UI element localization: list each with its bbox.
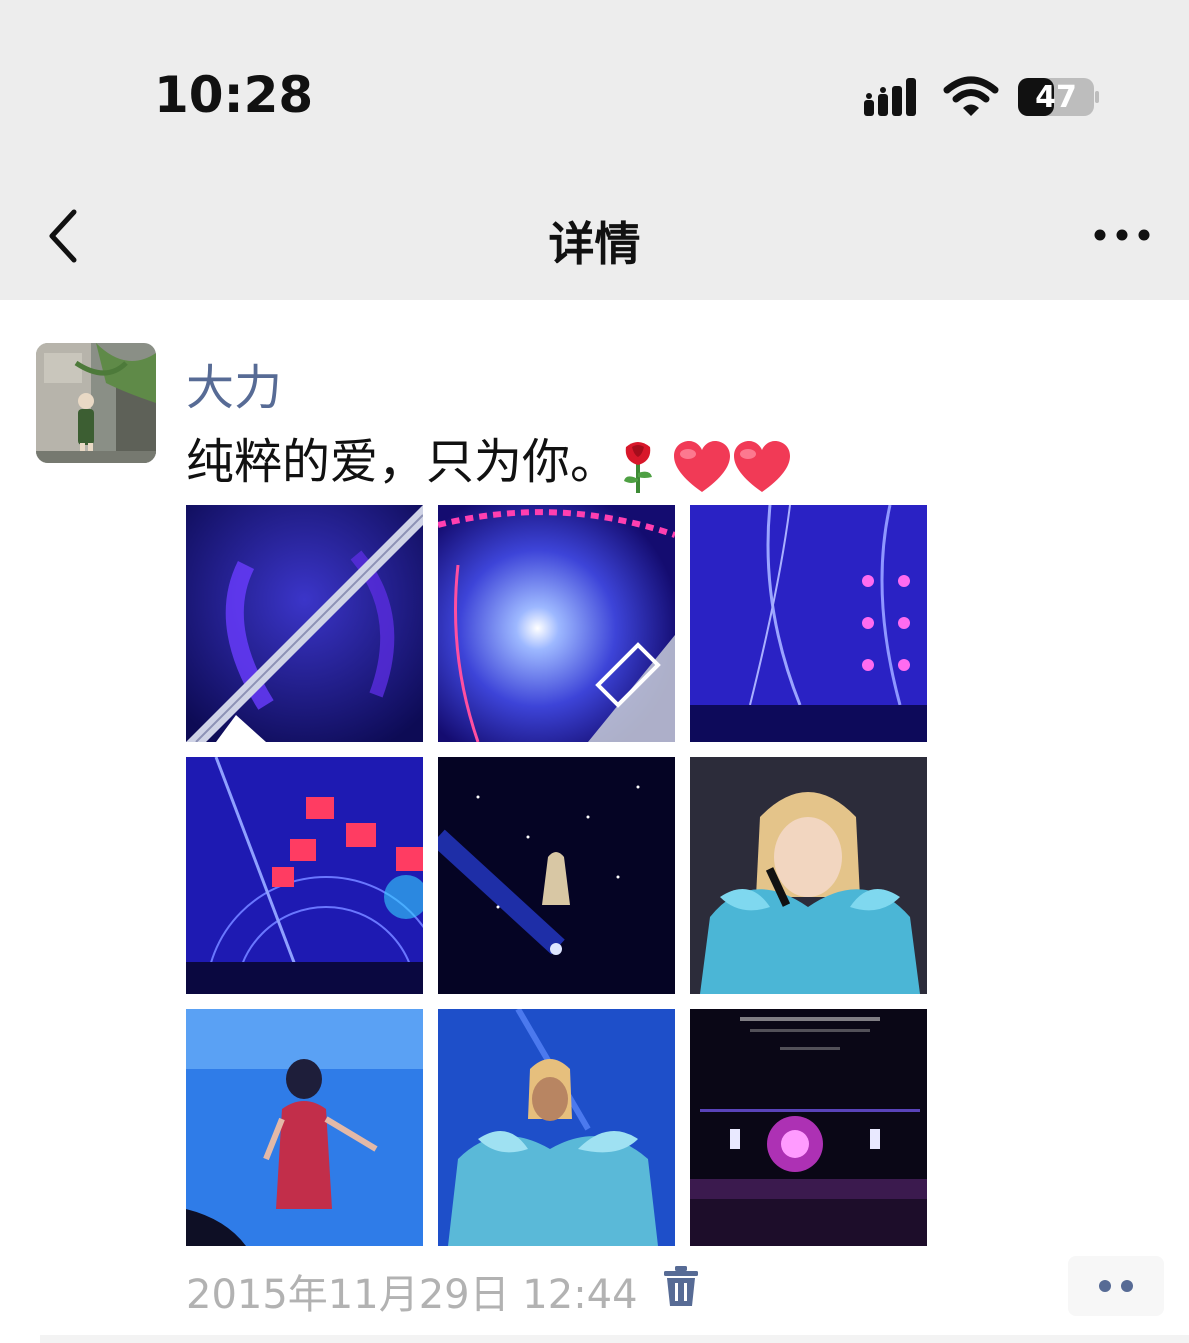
photo-6[interactable] <box>690 757 927 994</box>
avatar[interactable] <box>36 343 156 463</box>
post-timestamp: 2015年11月29日 12:44 <box>186 1272 638 1318</box>
cellular-signal-icon <box>864 78 916 116</box>
battery-icon: 47 <box>1018 76 1100 118</box>
photo-2[interactable] <box>438 505 675 742</box>
page-title: 详情 <box>548 217 641 271</box>
photo-1[interactable] <box>186 505 423 742</box>
top-bar: 10:28 47 详情 <box>0 0 1189 300</box>
rose-icon <box>618 436 658 495</box>
trash-icon[interactable] <box>662 1266 700 1308</box>
ellipsis-icon <box>1099 1280 1133 1292</box>
photo-3[interactable] <box>690 505 927 742</box>
photo-9[interactable] <box>690 1009 927 1246</box>
photo-grid <box>186 505 928 1247</box>
photo-7[interactable] <box>186 1009 423 1246</box>
post-text: 纯粹的爱，只为你。 <box>186 422 792 495</box>
divider <box>40 1335 1189 1343</box>
photo-5[interactable] <box>438 757 675 994</box>
heart-icon <box>672 436 732 494</box>
battery-percentage: 47 <box>1035 80 1077 115</box>
comment-like-button[interactable] <box>1068 1256 1164 1316</box>
status-time: 10:28 <box>154 66 314 124</box>
photo-8[interactable] <box>438 1009 675 1246</box>
photo-4[interactable] <box>186 757 423 994</box>
heart-icon <box>732 436 792 494</box>
author-name[interactable]: 大力 <box>186 348 282 418</box>
post-body-text: 纯粹的爱，只为你。 <box>186 434 619 490</box>
ellipsis-icon[interactable] <box>1090 220 1154 250</box>
wifi-icon <box>943 76 999 116</box>
